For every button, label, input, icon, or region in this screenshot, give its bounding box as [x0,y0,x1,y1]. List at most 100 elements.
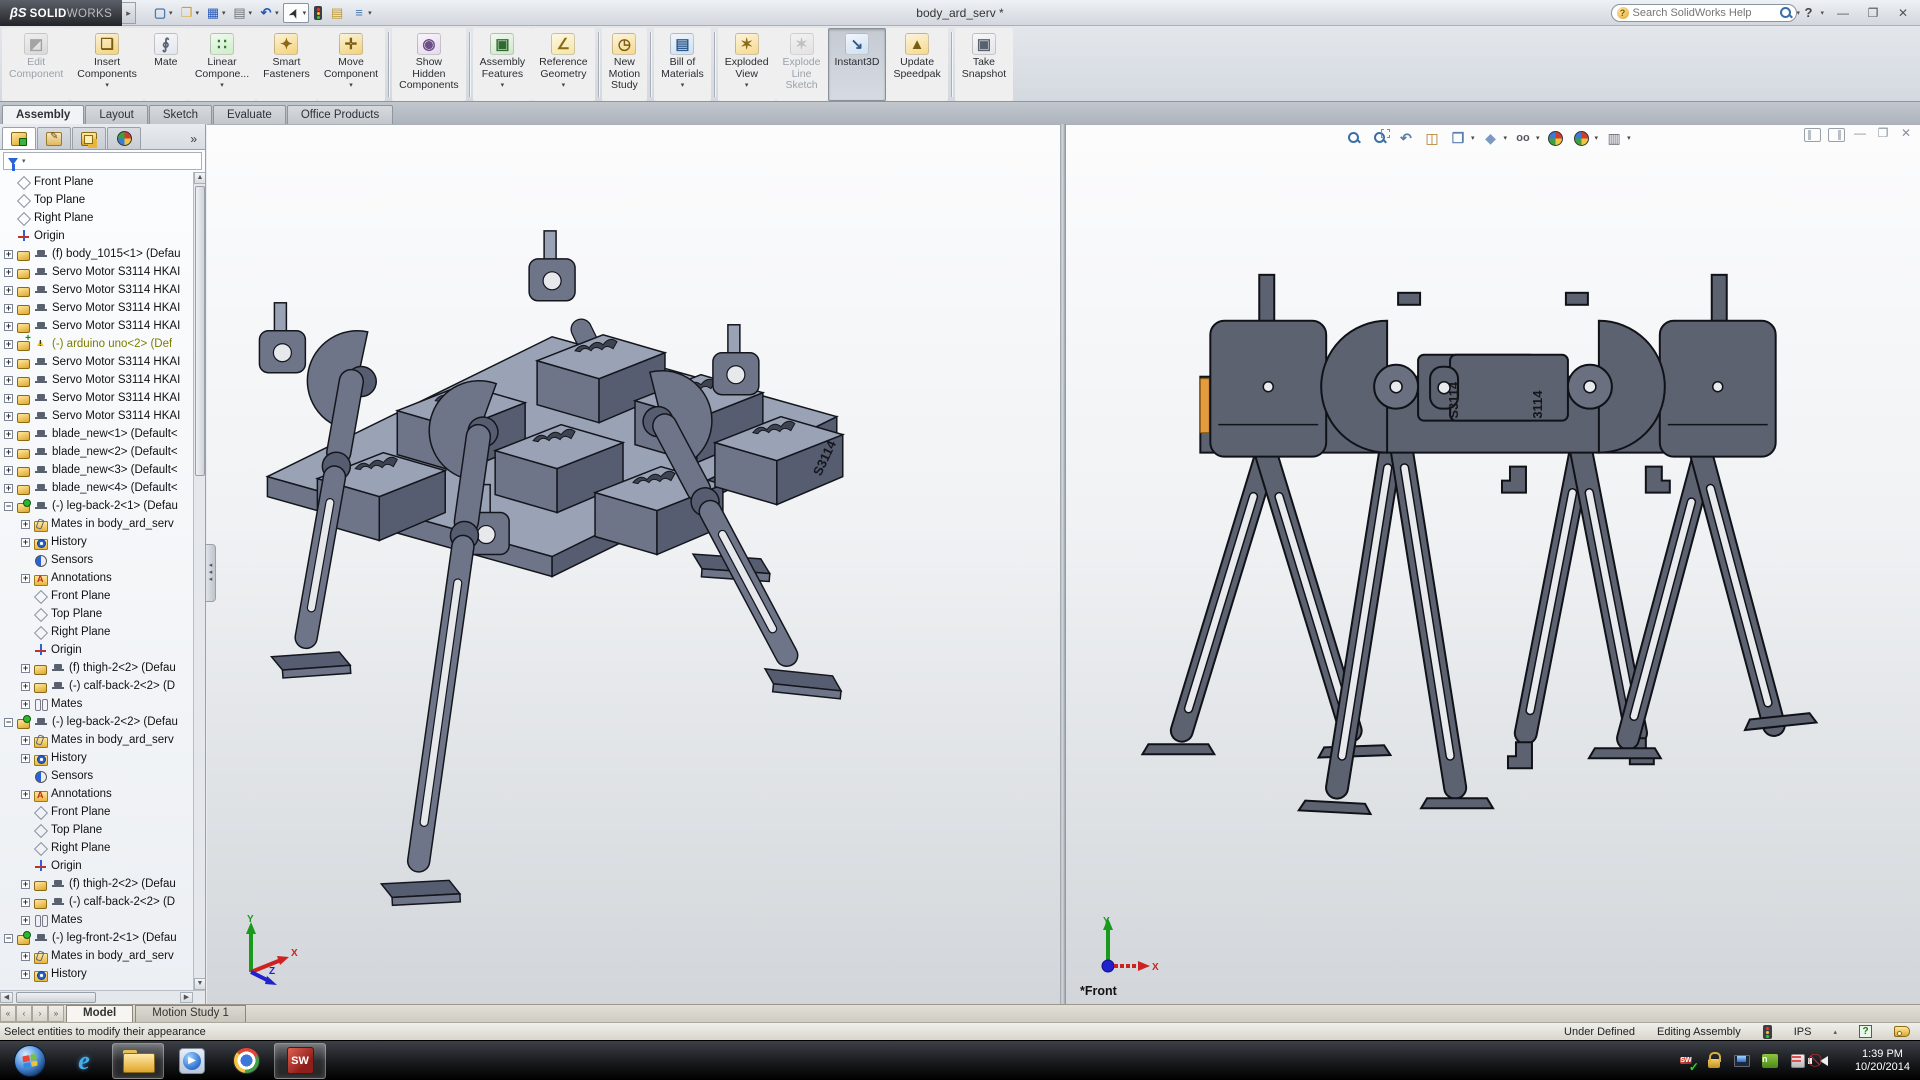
tree-horizontal-scrollbar[interactable]: ◀ ▶ [0,990,205,1004]
dropdown-caret-icon[interactable]: ▾ [220,81,224,89]
save-button[interactable]: ▾ [203,4,228,22]
minimize-button[interactable]: — [1832,6,1854,20]
tab-office-products[interactable]: Office Products [287,105,393,124]
section-view-icon[interactable] [1422,129,1442,147]
print-button[interactable]: ▾ [230,4,255,22]
expand-toggle-icon[interactable]: + [4,394,13,403]
open-document-button[interactable]: ▾ [177,4,202,22]
search-icon[interactable] [1779,6,1793,20]
zoom-to-area-icon[interactable] [1370,129,1390,147]
taskbar-media-player-button[interactable]: ▶ [166,1043,218,1079]
bill-of-materials-button[interactable]: ▤Bill ofMaterials▾ [654,28,711,101]
exploded-view-button[interactable]: ✶ExplodedView▾ [718,28,776,101]
tree-item[interactable]: +(-) calf-back-2<2> (D [0,893,205,911]
tab-featuremanager-tree[interactable] [2,127,36,149]
dropdown-caret-icon[interactable]: ▾ [681,81,685,89]
expand-toggle-icon[interactable]: + [4,286,13,295]
tree-item[interactable]: +Servo Motor S3114 HKAI [0,281,205,299]
tree-item[interactable]: +(f) thigh-2<2> (Defau [0,875,205,893]
dropdown-caret-icon[interactable]: ▾ [105,81,109,89]
instant3d-button[interactable]: ↘Instant3D [828,28,887,101]
scroll-down-icon[interactable]: ▼ [194,978,205,990]
scroll-right-icon[interactable]: ▶ [180,992,193,1003]
smart-fasteners-button[interactable]: ✦SmartFasteners [256,28,317,101]
tab-evaluate[interactable]: Evaluate [213,105,286,124]
dropdown-caret-icon[interactable]: ▾ [745,81,749,89]
viewport-front[interactable]: S3114 3114 ▾▾▾▾▾ —❐✕ Y X *Front [1066,124,1920,1004]
edit-component-button[interactable]: ◩EditComponent [2,28,70,101]
tab-propertymanager[interactable] [37,127,71,149]
tree-item[interactable]: −(-) leg-back-2<1> (Defau [0,497,205,515]
tree-item[interactable]: Front Plane [0,173,205,191]
viewport-isometric[interactable]: S3114 Y [207,124,1060,1004]
tree-item[interactable]: Origin [0,857,205,875]
tree-item[interactable]: +Mates in body_ard_serv [0,731,205,749]
view-settings-icon[interactable] [1604,129,1624,147]
fm-tabs-overflow-icon[interactable]: » [190,132,203,149]
tree-item[interactable]: +blade_new<2> (Default< [0,443,205,461]
unit-system[interactable]: IPS [1794,1026,1812,1038]
scroll-up-icon[interactable]: ▲ [194,172,205,184]
expand-toggle-icon[interactable]: + [21,880,30,889]
tree-item[interactable]: −(-) leg-back-2<2> (Defau [0,713,205,731]
close-document-button[interactable]: ✕ [1898,128,1914,142]
tree-item[interactable]: +blade_new<4> (Default< [0,479,205,497]
nvidia-icon[interactable]: n [1761,1052,1779,1070]
previous-view-icon[interactable] [1396,129,1416,147]
panel-collapse-handle[interactable]: ◂◂◂ [206,544,216,602]
show-hidden-components-button[interactable]: ◉ShowHiddenComponents [392,28,466,101]
taskbar-windows-explorer-button[interactable] [112,1043,164,1079]
expand-toggle-icon[interactable]: − [4,934,13,943]
tree-item[interactable]: Right Plane [0,209,205,227]
view-orientation-icon[interactable] [1448,129,1468,147]
tree-item[interactable]: +Servo Motor S3114 HKAI [0,407,205,425]
menu-flyout-arrow-icon[interactable]: ▸ [122,2,136,24]
tab-scroll-icon[interactable]: › [32,1005,48,1022]
file-properties-button[interactable] [327,4,347,22]
expand-toggle-icon[interactable]: + [21,916,30,925]
zoom-to-fit-icon[interactable] [1344,129,1364,147]
tree-item[interactable]: +Servo Motor S3114 HKAI [0,299,205,317]
tab-assembly[interactable]: Assembly [2,105,84,124]
split-view-left-button[interactable] [1804,128,1821,142]
tree-item[interactable]: +Servo Motor S3114 HKAI [0,389,205,407]
reference-geometry-button[interactable]: ∠ReferenceGeometry▾ [532,28,594,101]
tree-item[interactable]: Right Plane [0,623,205,641]
tree-item[interactable]: +Mates [0,695,205,713]
filter-dropdown-icon[interactable]: ▾ [22,157,26,165]
tree-item[interactable]: +blade_new<3> (Default< [0,461,205,479]
take-snapshot-button[interactable]: ▣TakeSnapshot [955,28,1013,101]
explode-line-sketch-button[interactable]: ✶ExplodeLineSketch [776,28,828,101]
dropdown-caret-icon[interactable]: ▾ [1471,134,1475,142]
tree-item[interactable]: +Mates [0,911,205,929]
display-style-icon[interactable] [1481,129,1501,147]
storage-icon[interactable] [1789,1052,1807,1070]
expand-toggle-icon[interactable]: + [21,736,30,745]
assembly-features-button[interactable]: ▣AssemblyFeatures▾ [473,28,533,101]
tab-layout[interactable]: Layout [85,105,148,124]
tab-configurationmanager[interactable] [72,127,106,149]
new-motion-study-button[interactable]: ◷NewMotionStudy [602,28,648,101]
expand-toggle-icon[interactable]: + [4,466,13,475]
restore-document-button[interactable]: ❐ [1875,128,1891,142]
display-icon[interactable] [1733,1052,1751,1070]
dropdown-caret-icon[interactable]: ▾ [501,81,505,89]
dropdown-caret-icon[interactable]: ▾ [1627,134,1631,142]
restore-button[interactable]: ❐ [1862,6,1884,20]
taskbar-chrome-button[interactable] [220,1043,272,1079]
tree-item[interactable]: +(f) thigh-2<2> (Defau [0,659,205,677]
unit-dropdown-icon[interactable]: ▴ [1833,1028,1837,1036]
dropdown-caret-icon[interactable]: ▾ [368,9,372,17]
search-dropdown-icon[interactable]: ▾ [1797,9,1801,17]
options-button[interactable]: ▾ [349,4,374,22]
tree-item[interactable]: Top Plane [0,821,205,839]
tree-item[interactable]: +(f) body_1015<1> (Defau [0,245,205,263]
tree-item[interactable]: Top Plane [0,605,205,623]
tree-item[interactable]: +Annotations [0,569,205,587]
expand-toggle-icon[interactable]: + [4,304,13,313]
tree-item[interactable]: +Servo Motor S3114 HKAI [0,353,205,371]
expand-toggle-icon[interactable]: + [21,520,30,529]
tree-item[interactable]: +History [0,749,205,767]
insert-components-button[interactable]: ❏InsertComponents▾ [70,28,144,101]
tree-item[interactable]: Front Plane [0,587,205,605]
